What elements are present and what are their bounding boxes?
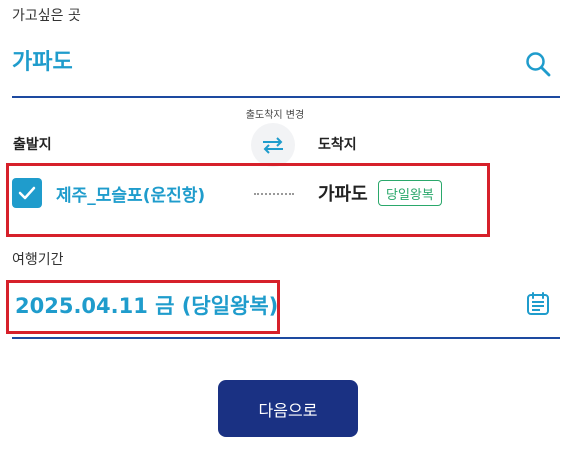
trip-type-badge: 당일왕복 [378, 180, 442, 206]
swap-button[interactable] [251, 123, 295, 167]
calendar-icon[interactable] [524, 290, 552, 318]
departure-label: 출발지 [13, 137, 52, 153]
arrival-label: 도착지 [318, 137, 357, 153]
travel-date-value[interactable]: 2025.04.11 금 (당일왕복) [15, 290, 278, 320]
destination-label: 가고싶은 곳 [12, 8, 81, 24]
search-icon[interactable] [524, 50, 552, 78]
ferry-booking-form: 가고싶은 곳 가파도 출도착지 변경 출발지 도착지 제주_모슬포(운진항) 가… [0, 0, 586, 451]
destination-value[interactable]: 가파도 [12, 44, 73, 76]
swap-caption: 출도착지 변경 [245, 110, 305, 121]
period-label: 여행기간 [12, 252, 64, 268]
arrival-value[interactable]: 가파도 [318, 180, 368, 206]
date-underline [12, 337, 560, 339]
checkmark-icon [18, 186, 36, 200]
route-connector [254, 193, 294, 195]
departure-checkbox[interactable] [12, 178, 42, 208]
swap-arrows-icon [263, 137, 283, 154]
next-button[interactable]: 다음으로 [218, 380, 358, 437]
destination-underline [12, 96, 560, 98]
departure-value[interactable]: 제주_모슬포(운진항) [56, 181, 205, 206]
